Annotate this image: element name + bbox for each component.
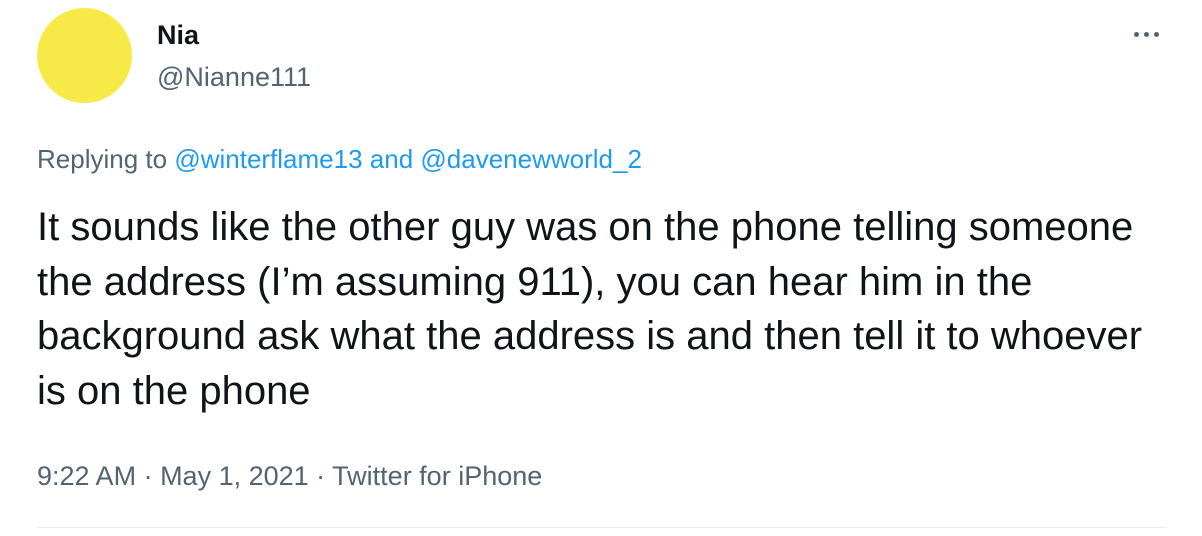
tweet-source[interactable]: Twitter for iPhone — [332, 461, 542, 491]
mention-link[interactable]: @winterflame13 — [174, 144, 362, 174]
ellipsis-dot — [1133, 31, 1139, 37]
ellipsis-dot — [1153, 31, 1159, 37]
replying-to-label: Replying to — [37, 144, 175, 174]
tweet-text: It sounds like the other guy was on the … — [37, 205, 1143, 413]
replying-to: Replying to @winterflame13 and @daveneww… — [37, 142, 642, 176]
meta-separator: · — [308, 461, 333, 491]
tweet: Nia @Nianne111 Replying to @winterflame1… — [0, 0, 1202, 536]
mention-link[interactable]: @davenewworld_2 — [420, 144, 642, 174]
tweet-time[interactable]: 9:22 AM — [37, 461, 136, 491]
tweet-date[interactable]: May 1, 2021 — [160, 461, 309, 491]
user-handle[interactable]: @Nianne111 — [157, 60, 311, 94]
mention-separator: and — [362, 144, 421, 174]
ellipsis-dot — [1143, 31, 1149, 37]
avatar[interactable] — [37, 8, 132, 103]
display-name[interactable]: Nia — [157, 18, 199, 52]
divider — [37, 527, 1167, 528]
ellipsis-icon[interactable] — [1126, 16, 1166, 52]
meta-separator: · — [136, 461, 161, 491]
tweet-meta: 9:22 AM · May 1, 2021 · Twitter for iPho… — [37, 458, 542, 494]
